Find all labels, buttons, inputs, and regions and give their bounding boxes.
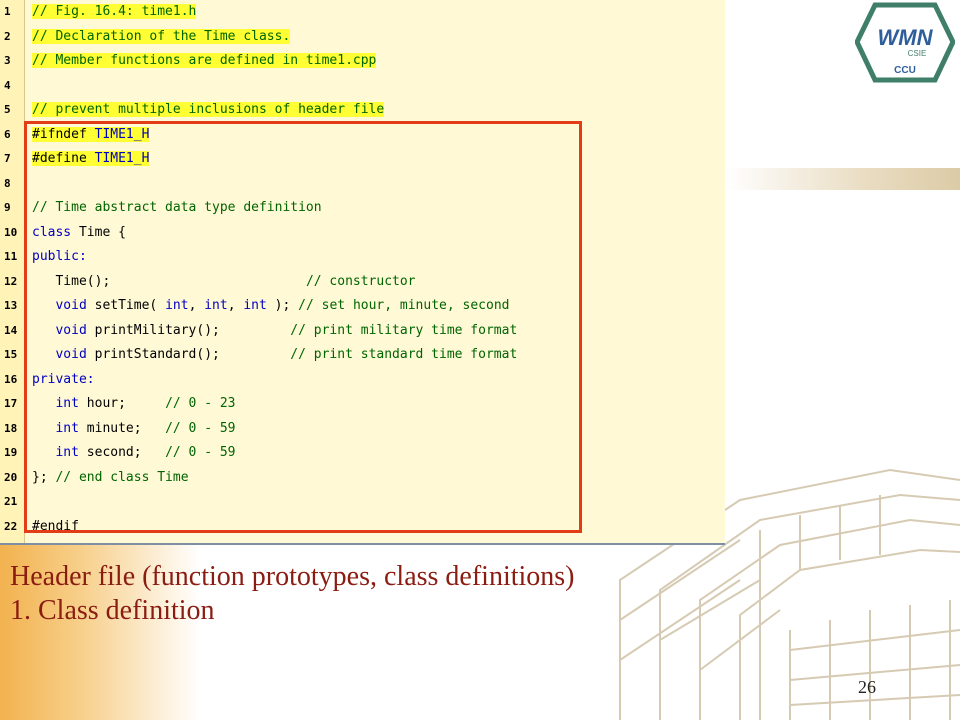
code-token: // Declaration of the Time class.	[32, 28, 291, 44]
line-number: 6	[4, 127, 11, 141]
line-number: 8	[4, 176, 11, 190]
caption-line-2: 1. Class definition	[10, 595, 215, 626]
code-listing: 1 // Fig. 16.4: time1.h 2 // Declaration of…	[0, 0, 725, 545]
line-number: 16	[4, 372, 18, 386]
page-number: 26	[858, 677, 876, 697]
code-line: 4	[0, 74, 725, 98]
svg-text:CCU: CCU	[894, 65, 916, 76]
line-number: 22	[4, 519, 18, 533]
line-number: 15	[4, 348, 18, 361]
line-number: 5	[4, 103, 11, 116]
code-text: // Fig. 16.4: time1.h	[32, 0, 197, 24]
code-text: // Declaration of the Time class.	[32, 25, 291, 49]
code-token: // Member functions are defined in time1…	[32, 53, 377, 68]
line-number: 21	[4, 495, 18, 508]
line-number: 4	[4, 78, 11, 92]
code-token: time1.h	[141, 4, 197, 19]
line-number: 13	[4, 299, 18, 312]
svg-text:WMN: WMN	[878, 25, 934, 50]
decorative-band	[725, 168, 960, 190]
svg-text:CSIE: CSIE	[908, 49, 927, 58]
caption-line-1: Header file (function prototypes, class …	[10, 561, 575, 592]
line-number: 10	[4, 225, 18, 239]
code-text: // Member functions are defined in time1…	[32, 49, 377, 73]
line-number: 19	[4, 446, 18, 459]
line-number: 9	[4, 201, 11, 214]
code-line: 2 // Declaration of the Time class.	[0, 25, 725, 49]
line-number: 18	[4, 421, 18, 435]
line-number: 3	[4, 54, 11, 67]
line-number: 14	[4, 323, 18, 337]
line-number: 2	[4, 29, 11, 43]
line-number: 11	[4, 250, 18, 263]
line-number: 20	[4, 470, 18, 484]
line-number: 12	[4, 274, 18, 288]
line-number: 7	[4, 152, 11, 165]
class-definition-highlight-box	[24, 121, 582, 533]
code-token: // Fig. 16.4:	[32, 4, 142, 19]
code-line: 1 // Fig. 16.4: time1.h	[0, 0, 725, 24]
line-number: 1	[4, 5, 11, 18]
code-token: // prevent multiple inclusions of header…	[32, 102, 385, 117]
wmn-logo-icon: WMN CSIE CCU	[855, 2, 955, 83]
line-number: 17	[4, 397, 18, 410]
code-line: 5 // prevent multiple inclusions of heade…	[0, 98, 725, 122]
slide-caption: Header file (function prototypes, class …	[10, 560, 575, 628]
code-line: 3 // Member functions are defined in time…	[0, 49, 725, 73]
code-text: // prevent multiple inclusions of header…	[32, 98, 385, 122]
